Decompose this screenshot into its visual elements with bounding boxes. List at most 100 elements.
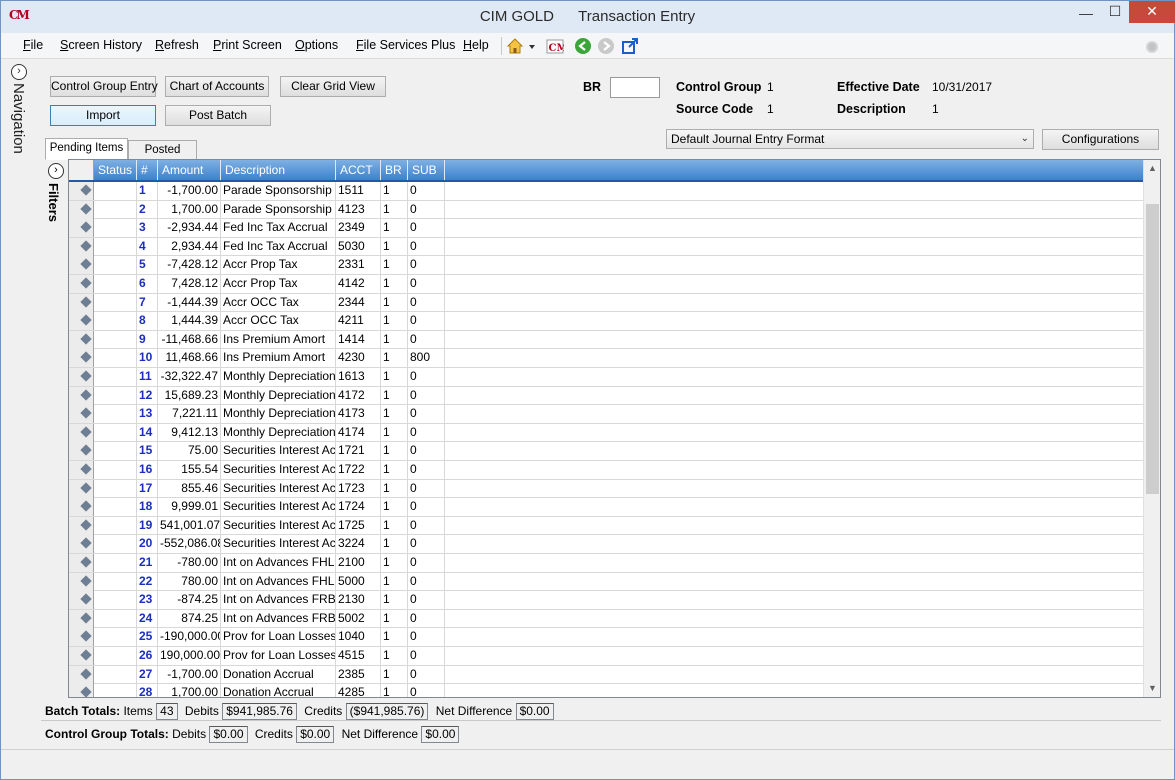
amount-cell[interactable]: -32,322.47	[158, 368, 221, 386]
description-cell[interactable]: Parade Sponsorship	[221, 200, 336, 219]
navigation-expand-icon[interactable]: ›	[11, 64, 27, 80]
amount-cell[interactable]: 855.46	[158, 479, 221, 498]
number-cell[interactable]: 28	[137, 684, 158, 697]
br-cell[interactable]: 1	[381, 498, 408, 517]
table-row[interactable]: 25 -190,000.00 Prov for Loan Losses 1040 1 0	[69, 628, 1144, 647]
clear-grid-view-button[interactable]: Clear Grid View	[280, 76, 386, 97]
status-cell[interactable]	[94, 237, 137, 256]
row-selector[interactable]	[69, 256, 94, 275]
br-cell[interactable]: 1	[381, 423, 408, 442]
row-selector[interactable]	[69, 554, 94, 572]
table-row[interactable]: 7 -1,444.39 Accr OCC Tax 2344 1 0	[69, 293, 1144, 313]
status-cell[interactable]	[94, 665, 137, 684]
scroll-down-icon[interactable]: ▼	[1144, 680, 1160, 697]
description-cell[interactable]: Parade Sponsorship	[221, 182, 336, 200]
filters-label[interactable]: Filters	[46, 183, 61, 222]
row-selector[interactable]	[69, 461, 94, 479]
amount-cell[interactable]: -552,086.08	[158, 535, 221, 554]
dropdown-arrow-icon[interactable]	[527, 37, 537, 55]
table-row[interactable]: 17 855.46 Securities Interest Accr 1723 1 0	[69, 479, 1144, 499]
number-cell[interactable]: 18	[137, 498, 158, 517]
acct-cell[interactable]: 4515	[336, 647, 381, 665]
amount-cell[interactable]: 7,221.11	[158, 405, 221, 424]
br-cell[interactable]: 1	[381, 386, 408, 405]
br-cell[interactable]: 1	[381, 665, 408, 684]
table-row[interactable]: 24 874.25 Int on Advances FRB 5002 1 0	[69, 609, 1144, 629]
row-selector[interactable]	[69, 665, 94, 684]
table-row[interactable]: 4 2,934.44 Fed Inc Tax Accrual 5030 1 0	[69, 237, 1144, 257]
sub-cell[interactable]: 0	[408, 554, 445, 572]
description-cell[interactable]: Donation Accrual	[221, 684, 336, 697]
sub-cell[interactable]: 0	[408, 423, 445, 442]
br-cell[interactable]: 1	[381, 479, 408, 498]
description-cell[interactable]: Securities Interest Accr	[221, 535, 336, 554]
status-cell[interactable]	[94, 591, 137, 610]
sub-cell[interactable]: 0	[408, 572, 445, 591]
description-cell[interactable]: Monthly Depreciation	[221, 368, 336, 386]
table-row[interactable]: 19 541,001.07 Securities Interest Accr 1725…	[69, 516, 1144, 536]
description-cell[interactable]: Securities Interest Accr	[221, 442, 336, 461]
row-selector[interactable]	[69, 312, 94, 331]
table-row[interactable]: 16 155.54 Securities Interest Accr 1722 1 0	[69, 461, 1144, 480]
chart-of-accounts-button[interactable]: Chart of Accounts	[165, 76, 269, 97]
table-row[interactable]: 20 -552,086.08 Securities Interest Accr 322…	[69, 535, 1144, 554]
amount-cell[interactable]: 75.00	[158, 442, 221, 461]
back-green-icon[interactable]	[574, 37, 592, 55]
number-cell[interactable]: 7	[137, 293, 158, 312]
row-selector[interactable]	[69, 275, 94, 293]
tab-posted-items[interactable]: Posted Items	[128, 140, 197, 174]
sub-cell[interactable]: 0	[408, 609, 445, 628]
row-selector[interactable]	[69, 609, 94, 628]
sub-cell[interactable]: 0	[408, 628, 445, 647]
amount-cell[interactable]: 1,444.39	[158, 312, 221, 331]
table-row[interactable]: 9 -11,468.66 Ins Premium Amort 1414 1 0	[69, 330, 1144, 350]
number-cell[interactable]: 9	[137, 330, 158, 349]
number-cell[interactable]: 17	[137, 479, 158, 498]
sub-cell[interactable]: 0	[408, 275, 445, 293]
acct-cell[interactable]: 2385	[336, 665, 381, 684]
sub-cell[interactable]: 0	[408, 256, 445, 275]
menu-refresh[interactable]: Refresh	[155, 38, 199, 52]
row-selector[interactable]	[69, 182, 94, 200]
amount-cell[interactable]: 1,700.00	[158, 200, 221, 219]
menu-options[interactable]: Options	[295, 38, 338, 52]
status-cell[interactable]	[94, 200, 137, 219]
sub-cell[interactable]: 0	[408, 591, 445, 610]
status-cell[interactable]	[94, 535, 137, 554]
sub-cell[interactable]: 0	[408, 237, 445, 256]
amount-cell[interactable]: 9,412.13	[158, 423, 221, 442]
minimize-button[interactable]: —	[1073, 5, 1099, 27]
row-selector[interactable]	[69, 219, 94, 238]
number-cell[interactable]: 21	[137, 554, 158, 572]
sub-cell[interactable]: 0	[408, 368, 445, 386]
table-row[interactable]: 1 -1,700.00 Parade Sponsorship 1511 1 0	[69, 182, 1144, 201]
row-selector[interactable]	[69, 405, 94, 424]
description-cell[interactable]: Securities Interest Accr	[221, 516, 336, 535]
acct-cell[interactable]: 1511	[336, 182, 381, 200]
status-cell[interactable]	[94, 330, 137, 349]
amount-cell[interactable]: -1,700.00	[158, 665, 221, 684]
acct-cell[interactable]: 5000	[336, 572, 381, 591]
row-selector[interactable]	[69, 684, 94, 697]
status-cell[interactable]	[94, 386, 137, 405]
sub-cell[interactable]: 0	[408, 535, 445, 554]
acct-cell[interactable]: 4142	[336, 275, 381, 293]
table-row[interactable]: 8 1,444.39 Accr OCC Tax 4211 1 0	[69, 312, 1144, 331]
status-cell[interactable]	[94, 647, 137, 665]
amount-cell[interactable]: -2,934.44	[158, 219, 221, 238]
number-cell[interactable]: 12	[137, 386, 158, 405]
status-cell[interactable]	[94, 182, 137, 200]
amount-cell[interactable]: 2,934.44	[158, 237, 221, 256]
number-cell[interactable]: 25	[137, 628, 158, 647]
description-cell[interactable]: Int on Advances FRB	[221, 591, 336, 610]
br-cell[interactable]: 1	[381, 647, 408, 665]
br-cell[interactable]: 1	[381, 628, 408, 647]
amount-cell[interactable]: 7,428.12	[158, 275, 221, 293]
number-cell[interactable]: 3	[137, 219, 158, 238]
number-cell[interactable]: 4	[137, 237, 158, 256]
scroll-up-icon[interactable]: ▲	[1144, 160, 1160, 177]
br-cell[interactable]: 1	[381, 535, 408, 554]
description-cell[interactable]: Accr Prop Tax	[221, 275, 336, 293]
row-selector[interactable]	[69, 442, 94, 461]
description-cell[interactable]: Fed Inc Tax Accrual	[221, 219, 336, 238]
